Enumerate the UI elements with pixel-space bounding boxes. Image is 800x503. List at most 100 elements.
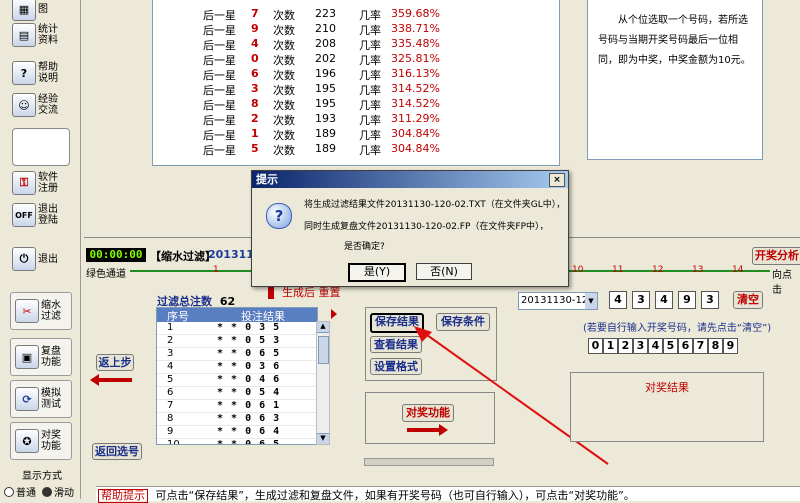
table-row[interactable]: 5 * * 0 4 6 <box>157 374 317 387</box>
no-button[interactable]: 否(N) <box>416 263 472 280</box>
digit-key[interactable]: 8 <box>708 338 723 354</box>
stats-rate-label: 几率 <box>359 114 381 127</box>
stats-rate: 359.68% <box>391 7 440 20</box>
digit-key[interactable]: 0 <box>588 338 603 354</box>
row-bets: * * 0 4 6 <box>217 374 281 385</box>
sidebar-item-help[interactable]: ? 帮助说明 <box>12 58 70 88</box>
table-row[interactable]: 10 * * 0 6 5 <box>157 439 317 444</box>
stats-digit: 4 <box>251 37 259 50</box>
tool-label: 模拟测试 <box>41 388 61 410</box>
table-row[interactable]: 6 * * 0 5 4 <box>157 387 317 400</box>
stats-digit: 1 <box>251 127 259 140</box>
issue-select[interactable]: 20131130-120 ▼ <box>518 292 598 310</box>
stats-row: 后一星 7 次数 223 几率 359.68% <box>153 7 553 22</box>
display-option-slide[interactable]: 滑动 <box>42 484 74 499</box>
stats-digit: 5 <box>251 142 259 155</box>
digit-key[interactable]: 2 <box>618 338 633 354</box>
rule-panel: 从个位选取一个号码，若所选号码与当期开奖号码最后一位相同，即为中奖，中奖金额为1… <box>587 0 763 160</box>
timer-display: 00:00:00 <box>86 248 146 262</box>
scroll-thumb[interactable] <box>318 336 329 364</box>
table-row[interactable]: 1 * * 0 3 5 <box>157 322 317 335</box>
sidebar-item-exit[interactable]: ⏻ 退出 <box>12 244 70 274</box>
left-sidebar: ▦ 图 ▤ 统计资料 ? 帮助说明 ☺ 经验交流 ⚿ 软件注册 OFF 退出登陆… <box>0 0 80 499</box>
row-bets: * * 0 6 5 <box>217 348 281 359</box>
tool-filter[interactable]: ✂ 缩水过滤 <box>10 292 72 330</box>
tool-simulate[interactable]: ⟳ 模拟测试 <box>10 380 72 418</box>
tool-label: 缩水过滤 <box>41 300 61 322</box>
back-step-button[interactable]: 返上步 <box>96 354 134 371</box>
filter-table[interactable]: 序号 投注结果 1 * * 0 3 5 2 * * 0 5 3 3 * * 0 6 5 4 *… <box>156 307 318 445</box>
table-row[interactable]: 2 * * 0 5 3 <box>157 335 317 348</box>
table-body: 1 * * 0 3 5 2 * * 0 5 3 3 * * 0 6 5 4 * * 0 3 6… <box>157 322 317 444</box>
map-icon: ▦ <box>12 0 36 21</box>
draw-digit-box[interactable]: 4 <box>609 291 627 309</box>
table-scrollbar[interactable]: ▲ ▼ <box>316 321 330 445</box>
draw-digit-box[interactable]: 4 <box>655 291 673 309</box>
tool-award[interactable]: ✪ 对奖功能 <box>10 422 72 460</box>
stats-row: 后一星 1 次数 189 几率 304.84% <box>153 127 553 142</box>
digit-key[interactable]: 7 <box>693 338 708 354</box>
track-tick: 10 <box>572 265 584 275</box>
row-index: 6 <box>167 387 174 398</box>
table-row[interactable]: 7 * * 0 6 1 <box>157 400 317 413</box>
stats-name: 后一星 <box>203 39 236 52</box>
display-mode-label: 显示方式 <box>22 471 62 482</box>
stats-rate-label: 几率 <box>359 39 381 52</box>
dialog-line-2: 同时生成复盘文件20131130-120-02.FP（在文件夹FP中）， <box>304 222 549 232</box>
table-row[interactable]: 9 * * 0 6 4 <box>157 426 317 439</box>
row-bets: * * 0 6 3 <box>217 413 281 424</box>
scroll-down-icon[interactable]: ▼ <box>317 433 329 444</box>
analysis-button[interactable]: 开奖分析 <box>752 247 800 265</box>
radio-icon <box>42 486 52 497</box>
back-select-button[interactable]: 返回选号 <box>92 443 142 460</box>
chevron-down-icon[interactable]: ▼ <box>585 293 597 309</box>
row-index: 3 <box>167 348 174 359</box>
digit-key[interactable]: 6 <box>678 338 693 354</box>
digit-key[interactable]: 1 <box>603 338 618 354</box>
row-bets: * * 0 6 4 <box>217 426 281 437</box>
yes-button[interactable]: 是(Y) <box>348 263 406 282</box>
digit-key[interactable]: 4 <box>648 338 663 354</box>
draw-digit-box[interactable]: 9 <box>678 291 696 309</box>
digit-key[interactable]: 5 <box>663 338 678 354</box>
display-option-normal[interactable]: 普通 <box>4 484 36 499</box>
sidebar-item-stats[interactable]: ▤ 统计资料 <box>12 20 70 50</box>
stats-count: 193 <box>315 112 336 125</box>
marker-bar <box>268 285 274 299</box>
sidebar-divider <box>80 0 81 499</box>
digit-key[interactable]: 3 <box>633 338 648 354</box>
table-row[interactable]: 8 * * 0 6 3 <box>157 413 317 426</box>
clear-button[interactable]: 清空 <box>733 291 763 309</box>
sidebar-item-logout[interactable]: OFF 退出登陆 <box>12 200 70 230</box>
row-bets: * * 0 5 3 <box>217 335 281 346</box>
stats-name: 后一星 <box>203 129 236 142</box>
dialog-line-3: 是否确定? <box>344 242 385 252</box>
stats-count: 210 <box>315 22 336 35</box>
radio-icon <box>4 486 14 497</box>
table-row[interactable]: 3 * * 0 6 5 <box>157 348 317 361</box>
draw-digit-box[interactable]: 3 <box>632 291 650 309</box>
sidebar-item-register[interactable]: ⚿ 软件注册 <box>12 168 70 198</box>
self-input-hint: (若要自行输入开奖号码，请先点击“清空”) <box>583 323 772 334</box>
sidebar-item-exchange[interactable]: ☺ 经验交流 <box>12 90 70 120</box>
stats-count: 195 <box>315 97 336 110</box>
stats-rate-label: 几率 <box>359 129 381 142</box>
scroll-up-icon[interactable]: ▲ <box>317 322 329 333</box>
row-index: 8 <box>167 413 174 424</box>
left-arrow-head-icon <box>90 374 99 386</box>
tool-replay[interactable]: ▣ 复盘功能 <box>10 338 72 376</box>
issue-select-value: 20131130-120 <box>521 295 595 306</box>
draw-digit-box[interactable]: 3 <box>701 291 719 309</box>
table-header: 序号 投注结果 <box>157 308 317 323</box>
stats-name: 后一星 <box>203 54 236 67</box>
track-tick: 13 <box>692 265 704 275</box>
table-row[interactable]: 4 * * 0 3 6 <box>157 361 317 374</box>
track-tick: 12 <box>652 265 664 275</box>
stats-digit: 8 <box>251 97 259 110</box>
close-icon[interactable]: × <box>549 173 565 187</box>
exit-icon: ⏻ <box>12 247 36 271</box>
stats-row: 后一星 8 次数 195 几率 314.52% <box>153 97 553 112</box>
stats-icon: ▤ <box>12 23 36 47</box>
digit-key[interactable]: 9 <box>723 338 738 354</box>
click-hint: 向点击 <box>772 270 792 296</box>
